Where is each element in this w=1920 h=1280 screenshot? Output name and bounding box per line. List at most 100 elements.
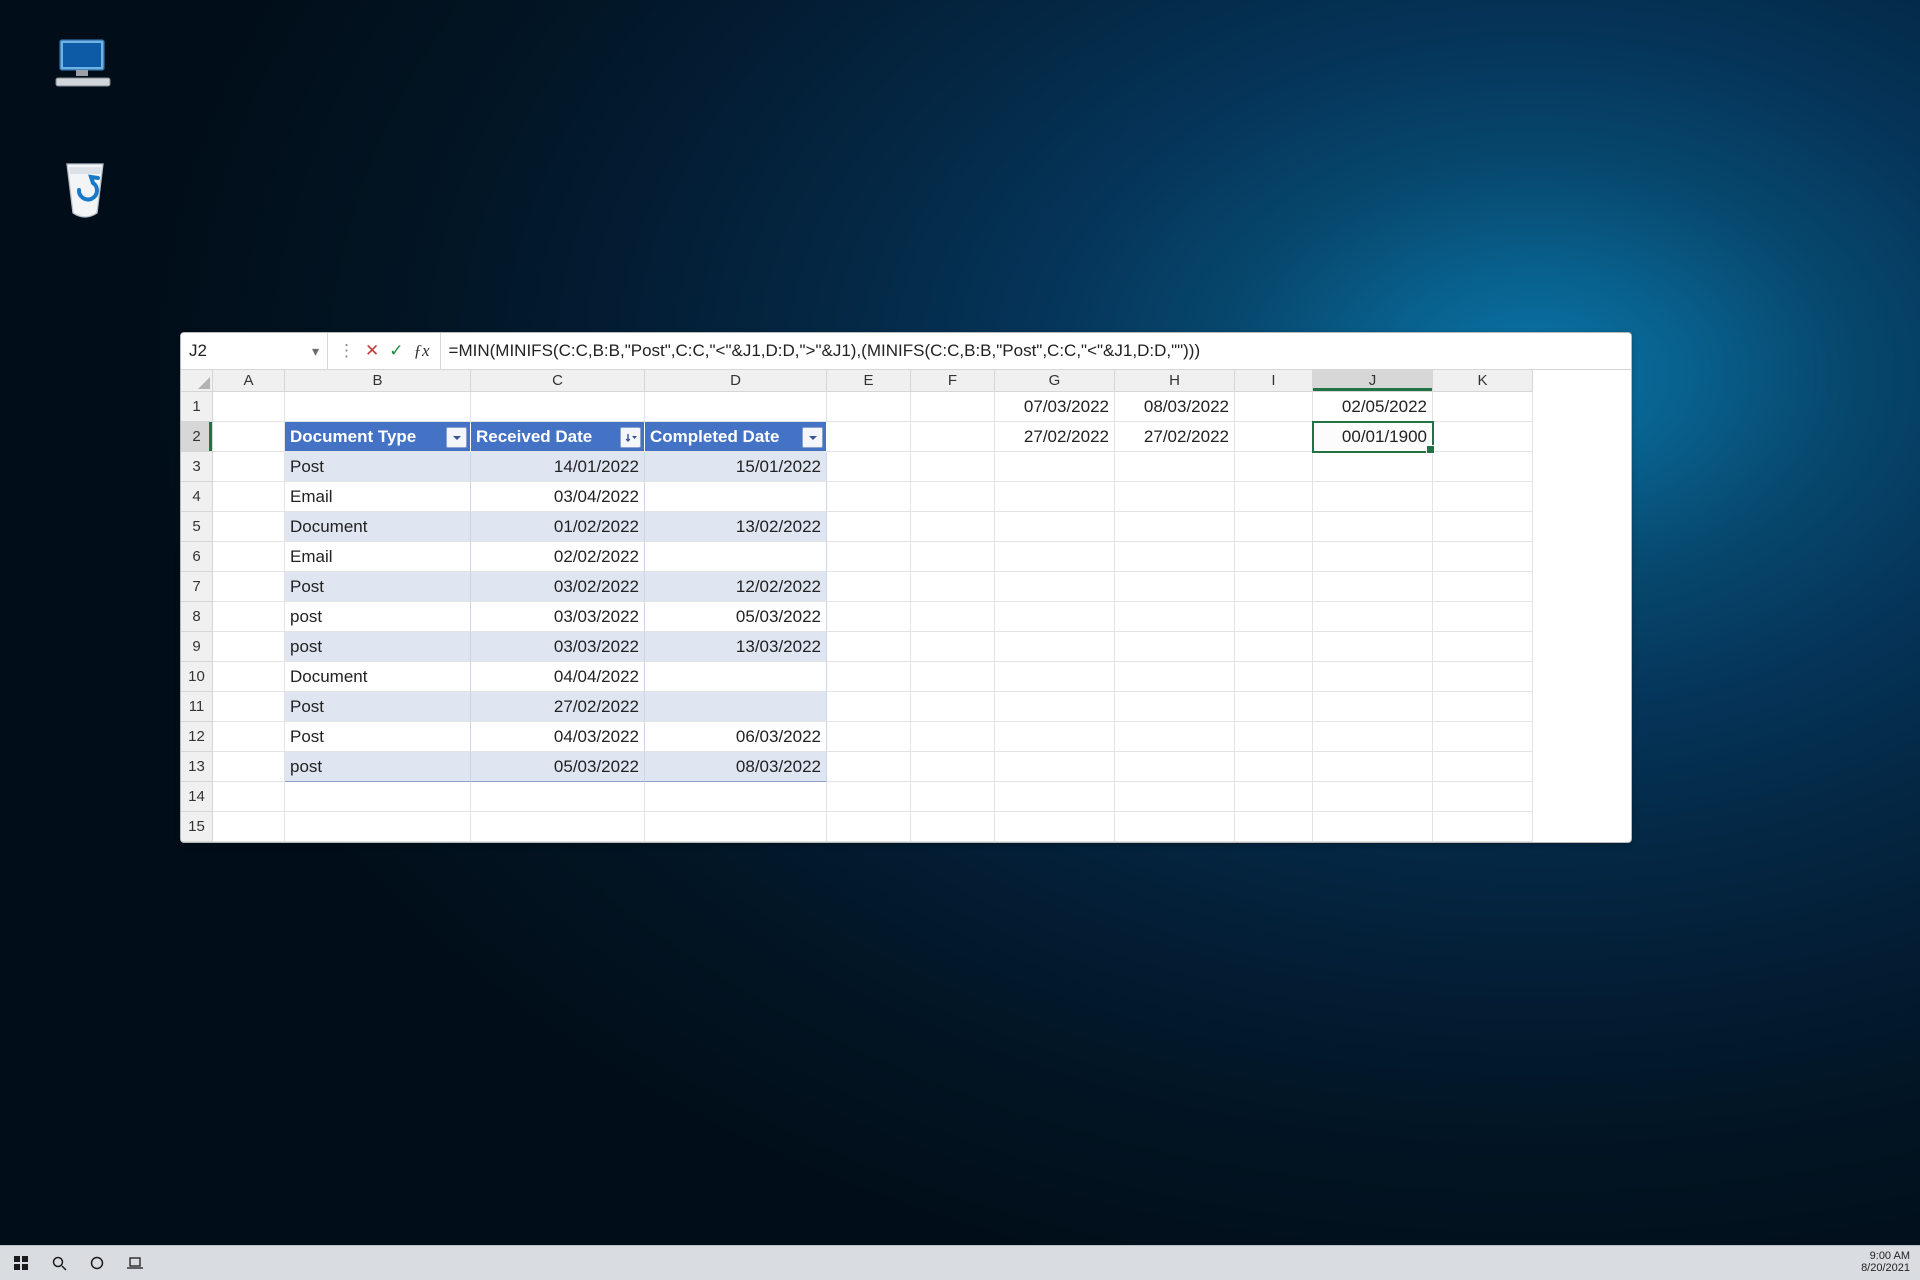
- table-cell[interactable]: [645, 662, 827, 692]
- cell[interactable]: [1313, 542, 1433, 572]
- cell[interactable]: [1313, 572, 1433, 602]
- cell[interactable]: [827, 602, 911, 632]
- cell[interactable]: [1313, 602, 1433, 632]
- cell[interactable]: 27/02/2022: [1115, 422, 1235, 452]
- table-cell[interactable]: 12/02/2022: [645, 572, 827, 602]
- cell[interactable]: [1433, 692, 1533, 722]
- row-header[interactable]: 12: [181, 722, 213, 752]
- cell[interactable]: [1313, 632, 1433, 662]
- cell[interactable]: [1433, 572, 1533, 602]
- cell[interactable]: [1115, 782, 1235, 812]
- cell[interactable]: [1313, 482, 1433, 512]
- cell[interactable]: [1115, 632, 1235, 662]
- taskbar-clock[interactable]: 9:00 AM 8/20/2021: [1861, 1251, 1920, 1274]
- cell[interactable]: 07/03/2022: [995, 392, 1115, 422]
- cell[interactable]: [1313, 692, 1433, 722]
- cell[interactable]: [911, 662, 995, 692]
- cell[interactable]: [213, 632, 285, 662]
- row-header[interactable]: 4: [181, 482, 213, 512]
- table-cell[interactable]: post: [285, 752, 471, 782]
- table-cell[interactable]: 14/01/2022: [471, 452, 645, 482]
- table-cell[interactable]: 05/03/2022: [645, 602, 827, 632]
- cell[interactable]: [1433, 542, 1533, 572]
- table-cell[interactable]: Post: [285, 692, 471, 722]
- cell[interactable]: [213, 422, 285, 452]
- table-cell[interactable]: 03/02/2022: [471, 572, 645, 602]
- table-cell[interactable]: 04/04/2022: [471, 662, 645, 692]
- cell[interactable]: [645, 812, 827, 842]
- cell[interactable]: [213, 602, 285, 632]
- cell[interactable]: [1115, 572, 1235, 602]
- cell[interactable]: [213, 542, 285, 572]
- cell[interactable]: [911, 812, 995, 842]
- table-header[interactable]: Received Date: [471, 422, 645, 452]
- cell[interactable]: [995, 782, 1115, 812]
- cell[interactable]: [1235, 422, 1313, 452]
- column-header[interactable]: G: [995, 370, 1115, 392]
- cell[interactable]: [911, 572, 995, 602]
- cell[interactable]: [911, 692, 995, 722]
- cell[interactable]: [1433, 482, 1533, 512]
- table-cell[interactable]: 02/02/2022: [471, 542, 645, 572]
- row-header[interactable]: 13: [181, 752, 213, 782]
- cell[interactable]: [213, 782, 285, 812]
- cell[interactable]: 08/03/2022: [1115, 392, 1235, 422]
- cell[interactable]: [1433, 452, 1533, 482]
- cell[interactable]: [995, 812, 1115, 842]
- row-header[interactable]: 2: [181, 422, 213, 452]
- cell[interactable]: [911, 632, 995, 662]
- cell[interactable]: [827, 572, 911, 602]
- formula-input[interactable]: =MIN(MINIFS(C:C,B:B,"Post",C:C,"<"&J1,D:…: [441, 333, 1631, 369]
- row-header[interactable]: 1: [181, 392, 213, 422]
- enter-icon[interactable]: ✓: [389, 341, 403, 361]
- table-cell[interactable]: Post: [285, 722, 471, 752]
- column-header[interactable]: I: [1235, 370, 1313, 392]
- cell[interactable]: [995, 602, 1115, 632]
- cell[interactable]: [213, 662, 285, 692]
- cell[interactable]: [1433, 722, 1533, 752]
- cell[interactable]: [1235, 452, 1313, 482]
- fx-icon[interactable]: ƒx: [414, 341, 430, 361]
- cell[interactable]: [1313, 722, 1433, 752]
- cell[interactable]: [1235, 392, 1313, 422]
- table-cell[interactable]: [645, 542, 827, 572]
- cell[interactable]: [1433, 782, 1533, 812]
- cell[interactable]: [911, 482, 995, 512]
- cell[interactable]: [471, 392, 645, 422]
- table-cell[interactable]: 05/03/2022: [471, 752, 645, 782]
- cell[interactable]: [911, 422, 995, 452]
- cell[interactable]: [911, 452, 995, 482]
- row-header[interactable]: 9: [181, 632, 213, 662]
- cell[interactable]: [1313, 512, 1433, 542]
- cell[interactable]: [1433, 632, 1533, 662]
- column-header[interactable]: J: [1313, 370, 1433, 392]
- cell[interactable]: [827, 542, 911, 572]
- cell[interactable]: [213, 482, 285, 512]
- cell[interactable]: [1313, 662, 1433, 692]
- row-header[interactable]: 3: [181, 452, 213, 482]
- search-icon[interactable]: [50, 1254, 68, 1272]
- column-header[interactable]: E: [827, 370, 911, 392]
- cell[interactable]: [1433, 602, 1533, 632]
- cell[interactable]: [1235, 662, 1313, 692]
- cell[interactable]: [995, 482, 1115, 512]
- cell[interactable]: [827, 692, 911, 722]
- cell[interactable]: [1115, 602, 1235, 632]
- table-cell[interactable]: 13/02/2022: [645, 512, 827, 542]
- cell[interactable]: [995, 632, 1115, 662]
- cell[interactable]: [1115, 452, 1235, 482]
- table-cell[interactable]: 04/03/2022: [471, 722, 645, 752]
- cell[interactable]: [213, 392, 285, 422]
- cell[interactable]: 00/01/1900: [1313, 422, 1433, 452]
- row-header[interactable]: 10: [181, 662, 213, 692]
- cell[interactable]: [1433, 512, 1533, 542]
- cell[interactable]: [1115, 482, 1235, 512]
- cell[interactable]: [1313, 752, 1433, 782]
- cell[interactable]: [1313, 812, 1433, 842]
- table-cell[interactable]: 03/04/2022: [471, 482, 645, 512]
- task-view-icon[interactable]: [126, 1254, 144, 1272]
- row-header[interactable]: 8: [181, 602, 213, 632]
- table-cell[interactable]: 03/03/2022: [471, 602, 645, 632]
- column-header[interactable]: C: [471, 370, 645, 392]
- cell[interactable]: [1313, 452, 1433, 482]
